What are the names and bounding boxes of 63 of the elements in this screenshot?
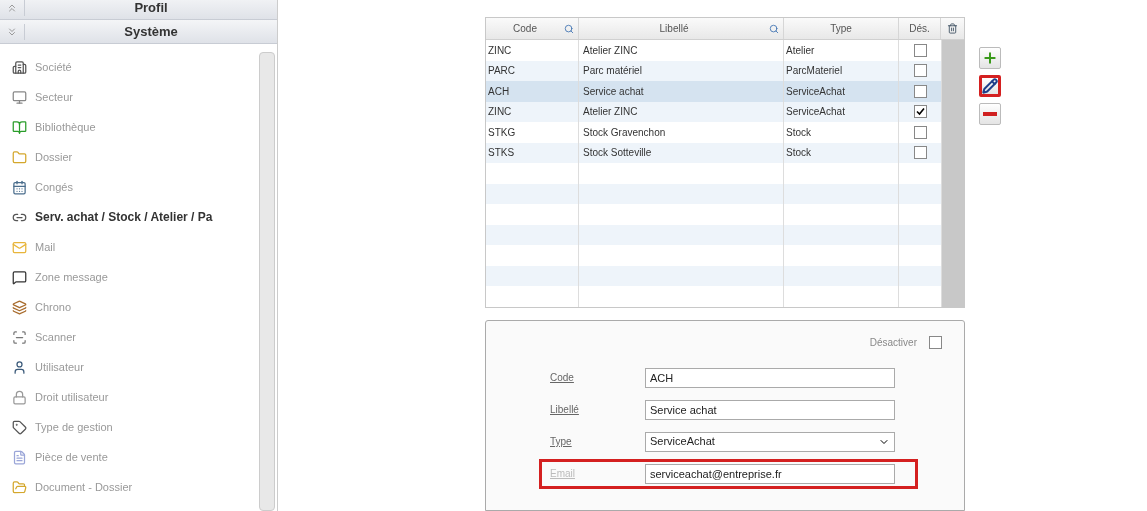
section-header[interactable]: Profil — [0, 0, 277, 20]
scrollbar[interactable] — [941, 40, 964, 307]
table-cell: Stock — [784, 122, 899, 143]
checkbox[interactable] — [913, 84, 927, 98]
book-icon — [12, 119, 27, 135]
lock-icon — [12, 389, 27, 405]
folder-icon — [12, 149, 27, 165]
remove-button[interactable] — [979, 103, 1001, 125]
user-icon — [12, 359, 27, 375]
edit-button[interactable] — [979, 75, 1001, 97]
folder-icon — [12, 479, 27, 495]
building-icon — [12, 59, 27, 75]
double-chevron-icon — [6, 25, 18, 38]
column-header[interactable]: Libellé — [579, 18, 784, 39]
checkbox[interactable] — [929, 335, 942, 349]
table-row[interactable]: STKS Stock Sotteville Stock — [486, 142, 941, 163]
check-icon — [915, 107, 925, 117]
trash-icon[interactable] — [947, 23, 958, 34]
pencil-icon — [982, 78, 998, 94]
deactivate-label: Désactiver — [869, 335, 917, 350]
scrollbar[interactable] — [259, 52, 275, 511]
table-cell: ZINC — [486, 40, 579, 61]
column-header[interactable]: Code — [486, 18, 579, 39]
table-cell: STKG — [486, 122, 579, 143]
field-label: Code — [550, 371, 575, 385]
calendar-icon — [12, 179, 27, 195]
stack-icon — [12, 299, 27, 315]
table-cell: Atelier ZINC — [579, 40, 784, 61]
table-cell: Service achat — [579, 81, 784, 102]
section-title: Profil — [133, 0, 169, 17]
plus-icon — [982, 50, 998, 66]
mail-icon — [12, 239, 27, 255]
sidebar-item[interactable]: Serv. achat / Stock / Atelier / Pa — [12, 202, 259, 232]
checkbox[interactable] — [913, 64, 927, 78]
add-button[interactable] — [979, 47, 1001, 69]
tag-icon — [12, 419, 27, 435]
document-icon — [12, 449, 27, 465]
section-header[interactable]: Système — [0, 20, 277, 44]
type-dropdown[interactable]: ServiceAchat — [645, 431, 895, 452]
table-row[interactable]: PARC Parc matériel ParcMateriel — [486, 60, 941, 81]
column-header[interactable]: Type — [784, 18, 899, 39]
minus-icon — [983, 112, 997, 116]
input-field[interactable]: ACH — [645, 367, 895, 388]
checkbox[interactable] — [913, 146, 927, 160]
input-field[interactable]: serviceachat@entreprise.fr — [645, 463, 895, 484]
scanner-icon — [12, 329, 27, 345]
monitor-icon — [12, 89, 27, 105]
table-row[interactable]: ACH Service achat ServiceAchat — [486, 81, 941, 102]
section-title: Système — [123, 22, 179, 41]
table-cell: ACH — [486, 81, 579, 102]
input-field[interactable]: Service achat — [645, 399, 895, 420]
column-header[interactable]: Dés. — [899, 18, 941, 39]
field-label: Libellé — [550, 403, 580, 417]
search-icon[interactable] — [769, 23, 779, 34]
message-icon — [12, 269, 27, 285]
checkbox[interactable] — [913, 43, 927, 57]
table-cell: Atelier — [784, 40, 899, 61]
checkbox[interactable] — [913, 125, 927, 139]
search-icon[interactable] — [564, 23, 574, 34]
table-cell: Stock Gravenchon — [579, 122, 784, 143]
field-label: Type — [550, 435, 573, 449]
field-label: Email — [550, 467, 576, 481]
table-cell: ServiceAchat — [784, 81, 899, 102]
